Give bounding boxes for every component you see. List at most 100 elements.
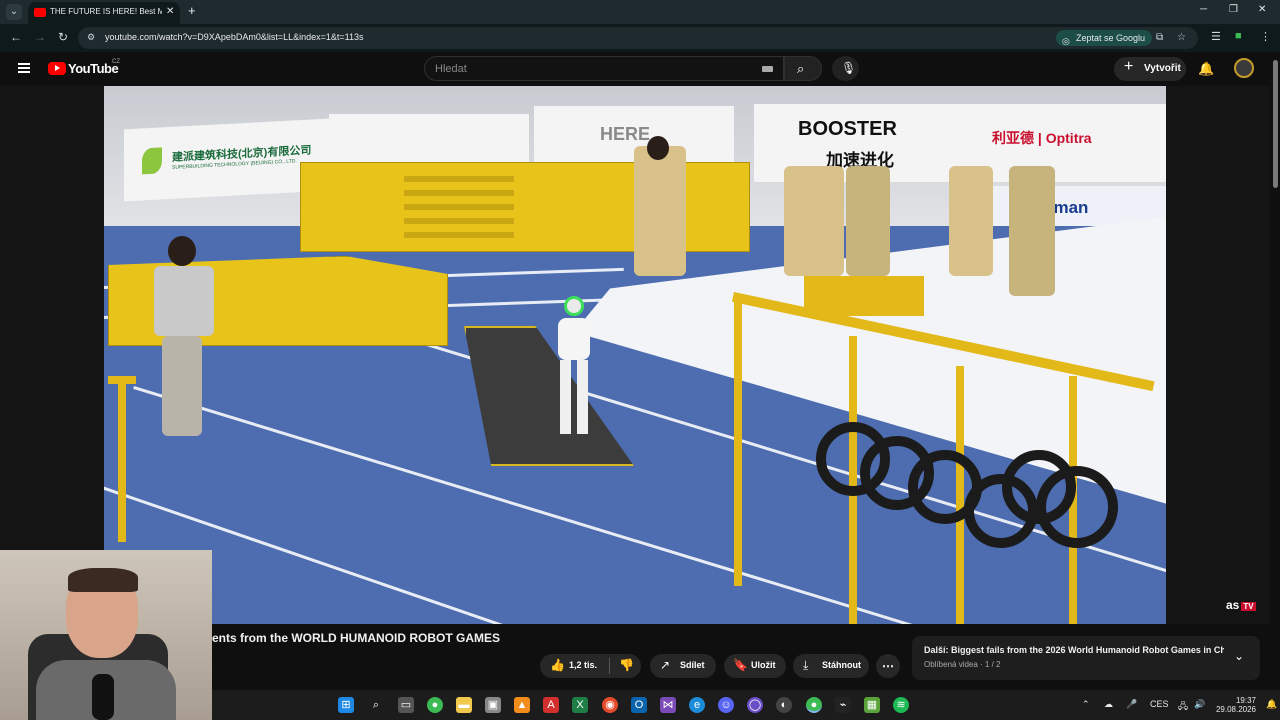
frame-pole <box>118 382 126 542</box>
vlc-icon[interactable]: ▲ <box>514 697 530 713</box>
network-icon[interactable]: 🖧 <box>1178 699 1188 715</box>
save-button[interactable]: 🔖 Uložit <box>724 654 786 678</box>
create-button[interactable]: + Vytvořit <box>1114 57 1186 81</box>
video-title: ents from the WORLD HUMANOID ROBOT GAMES <box>212 631 500 645</box>
restore-icon[interactable]: ❐ <box>1229 4 1238 15</box>
app-icon[interactable]: ◯ <box>747 697 763 713</box>
outlook-icon[interactable]: O <box>631 697 647 713</box>
guide-menu-icon[interactable] <box>18 63 30 73</box>
install-icon[interactable]: ⧉ <box>1156 32 1163 43</box>
search-placeholder: Hledat <box>435 63 467 75</box>
search-taskbar-icon[interactable]: ⌕ <box>368 697 384 713</box>
like-count[interactable]: 1,2 tis. <box>569 660 597 670</box>
forward-icon[interactable]: → <box>34 30 46 44</box>
tab-search-menu-icon[interactable]: ⌄ <box>6 4 22 20</box>
site-info-icon[interactable]: ⚙ <box>87 32 99 44</box>
new-tab-icon[interactable]: + <box>188 3 196 18</box>
excel-icon[interactable]: X <box>572 697 588 713</box>
clock-time: 19:37 <box>1235 696 1256 705</box>
playlist-next-card[interactable]: Další: Biggest fails from the 2026 World… <box>912 636 1260 680</box>
github-icon[interactable]: ◐ <box>776 697 792 713</box>
tire <box>1036 466 1118 548</box>
chevron-down-icon[interactable]: ⌄ <box>1234 649 1244 663</box>
clock-date: 29.08.2026 <box>1215 705 1256 714</box>
youtube-logo-icon[interactable] <box>48 62 66 75</box>
ask-google-label: Zeptat se Googlu <box>1076 33 1146 43</box>
tab-close-icon[interactable]: ✕ <box>166 6 174 17</box>
youtube-favicon-icon <box>34 8 46 17</box>
tab-title: THE FUTURE IS HERE! Best Mo <box>50 7 162 16</box>
reading-list-icon[interactable]: ☰ <box>1211 30 1221 43</box>
office-icon[interactable]: ◉ <box>602 697 618 713</box>
download-button[interactable]: ⤓ Stáhnout <box>793 654 869 678</box>
like-icon[interactable]: 👍 <box>550 658 565 672</box>
frame-pole <box>734 296 742 586</box>
create-label: Vytvořit <box>1144 63 1181 74</box>
chrome-icon[interactable]: ● <box>427 697 443 713</box>
ad-board-left: 建派建筑科技(北京)有限公司 SUPERBUILDING TECHNOLOGY … <box>124 118 329 202</box>
address-bar[interactable]: ⚙ youtube.com/watch?v=D9XApebDAm0&list=L… <box>78 27 1198 49</box>
photographer <box>784 166 844 276</box>
dislike-icon[interactable]: 👎 <box>619 658 634 672</box>
notifications-bell-icon[interactable]: 🔔 <box>1198 61 1214 77</box>
window-close-icon[interactable]: ✕ <box>1258 4 1266 15</box>
browser-menu-icon[interactable]: ⋮ <box>1260 30 1271 43</box>
humanoid-robot <box>544 296 604 446</box>
search-icon: ⌕ <box>797 61 805 76</box>
taskbar-clock[interactable]: 19:37 29.08.2026 <box>1212 696 1256 714</box>
start-icon[interactable]: ⊞ <box>338 697 354 713</box>
scrollbar-thumb[interactable] <box>1273 60 1278 188</box>
share-button[interactable]: ↗ Sdílet <box>650 654 716 678</box>
youtube-logo-text[interactable]: YouTube <box>68 61 119 76</box>
edge-icon[interactable]: e <box>689 697 705 713</box>
minecraft-icon[interactable]: ▦ <box>864 697 880 713</box>
microphone-icon: 🎙 <box>841 61 857 75</box>
search-input[interactable]: Hledat <box>424 56 784 81</box>
voice-search-button[interactable]: 🎙 <box>832 56 859 81</box>
windows-taskbar: ⊞ ⌕ ▭ ● ▬ ▣ ▲ A X ◉ O ⋈ e ☺ ◯ ◐ ● ⌁ ▦ ≋ … <box>212 690 1280 720</box>
visual-studio-icon[interactable]: ⋈ <box>660 697 676 713</box>
keyboard-icon[interactable] <box>762 66 773 72</box>
browser-tab[interactable]: THE FUTURE IS HERE! Best Mo ✕ <box>28 2 180 24</box>
bookmark-icon: 🔖 <box>733 658 748 672</box>
account-avatar[interactable] <box>1234 58 1254 78</box>
page-scrollbar[interactable] <box>1271 52 1280 692</box>
tray-overflow-icon[interactable]: ⌃ <box>1082 699 1090 710</box>
next-video-title[interactable]: Další: Biggest fails from the 2026 World… <box>924 645 1224 655</box>
ask-google-chip[interactable]: ◎ Zeptat se Googlu <box>1056 30 1153 46</box>
spotify-icon[interactable]: ≋ <box>893 697 909 713</box>
video-player[interactable]: 建派建筑科技(北京)有限公司 SUPERBUILDING TECHNOLOGY … <box>0 86 1270 624</box>
webcam-microphone <box>92 674 114 720</box>
search-button[interactable]: ⌕ <box>784 56 822 81</box>
discord-icon[interactable]: ☺ <box>718 697 734 713</box>
store-icon[interactable]: ▣ <box>485 697 501 713</box>
robot-operator <box>138 236 228 446</box>
file-explorer-icon[interactable]: ▬ <box>456 697 472 713</box>
address-url[interactable]: youtube.com/watch?v=D9XApebDAm0&list=LL&… <box>105 32 364 42</box>
chrome-active-icon[interactable]: ● <box>806 697 822 713</box>
video-frame[interactable]: 建派建筑科技(北京)有限公司 SUPERBUILDING TECHNOLOGY … <box>104 86 1166 624</box>
webcam-person-hair <box>68 568 138 592</box>
photographer-head <box>647 136 669 160</box>
download-icon: ⤓ <box>803 658 809 672</box>
extension-icon[interactable]: ■ <box>1235 30 1242 42</box>
photographer <box>634 146 686 276</box>
input-language[interactable]: CES <box>1150 699 1169 709</box>
notification-center-icon[interactable]: 🔔 <box>1266 699 1277 710</box>
more-actions-button[interactable]: ⋯ <box>876 654 900 678</box>
back-icon[interactable]: ← <box>10 30 22 44</box>
mic-tray-icon[interactable]: 🎤 <box>1126 699 1137 710</box>
bookmark-star-icon[interactable]: ☆ <box>1177 32 1186 43</box>
volume-icon[interactable]: 🔊 <box>1194 699 1205 710</box>
lens-icon: ◎ <box>1062 36 1070 46</box>
frame-top-box <box>804 276 924 316</box>
browser-toolbar: ← → ↻ ⚙ youtube.com/watch?v=D9XApebDAm0&… <box>0 24 1280 52</box>
minimize-icon[interactable]: ─ <box>1200 4 1207 15</box>
task-view-icon[interactable]: ▭ <box>398 697 414 713</box>
acrobat-icon[interactable]: A <box>543 697 559 713</box>
onedrive-icon[interactable]: ☁ <box>1104 699 1113 710</box>
terminal-icon[interactable]: ⌁ <box>835 697 851 713</box>
ad-board-center <box>329 114 529 166</box>
reload-icon[interactable]: ↻ <box>58 30 68 44</box>
pill-divider <box>609 658 610 674</box>
